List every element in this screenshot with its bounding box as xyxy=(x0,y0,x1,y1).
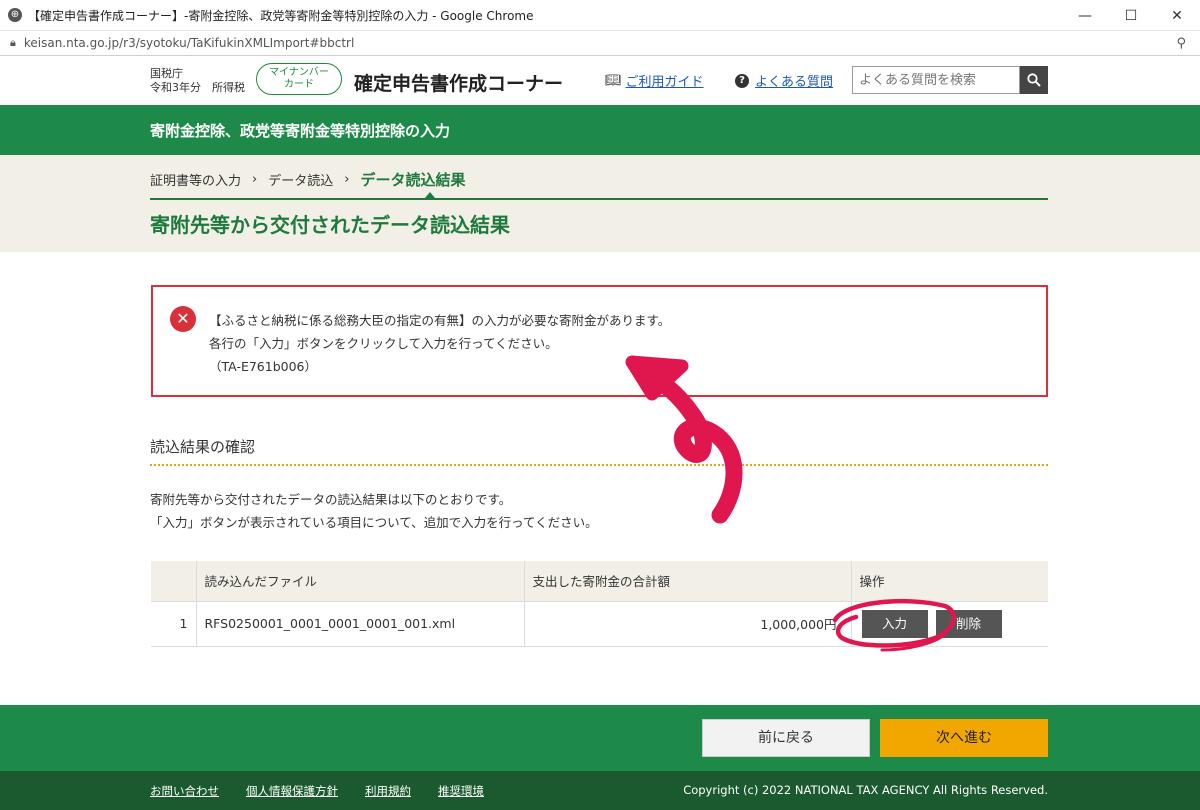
column-header-no xyxy=(151,561,197,602)
back-button[interactable]: 前に戻る xyxy=(702,719,870,757)
section-title: 読込結果の確認 xyxy=(150,438,256,456)
error-line-1: 【ふるさと納税に係る総務大臣の指定の有無】の入力が必要な寄附金があります。 xyxy=(209,313,671,328)
input-button[interactable]: 入力 xyxy=(861,609,928,638)
error-text: 【ふるさと納税に係る総務大臣の指定の有無】の入力が必要な寄附金があります。 各行… xyxy=(209,309,670,378)
error-code: （TA-E761b006） xyxy=(209,359,318,374)
faq-search-input[interactable] xyxy=(852,66,1020,94)
location-icon[interactable]: ⚲ xyxy=(1176,36,1186,51)
page-title: 寄附先等から交付されたデータ読込結果 xyxy=(150,213,510,237)
band-title: 寄附金控除、政党等寄附金等特別控除の入力 xyxy=(150,122,451,140)
guide-link-label[interactable]: ご利用ガイド xyxy=(626,71,704,90)
row-operations: 入力 削除 xyxy=(851,601,1048,647)
agency-label: 国税庁 令和3年分 所得税 xyxy=(150,67,245,95)
browser-title-bar: ⊕ 【確定申告書作成コーナー】-寄附金控除、政党等寄附金等特別控除の入力 - G… xyxy=(0,0,1200,31)
row-amount: 1,000,000円 xyxy=(524,601,852,647)
breadcrumb-item-data-import: データ読込 xyxy=(268,174,334,189)
agency-name: 国税庁 xyxy=(150,67,183,80)
address-bar[interactable]: 🔒︎ keisan.nta.go.jp/r3/syotoku/TaKifukin… xyxy=(0,31,1200,56)
description-line-1: 寄附先等から交付されたデータの読込結果は以下のとおりです。 xyxy=(150,492,512,507)
row-file-name: RFS0250001_0001_0001_0001_001.xml xyxy=(196,601,525,647)
error-line-2: 各行の「入力」ボタンをクリックして入力を行ってください。 xyxy=(209,336,558,351)
page-heading-area: 証明書等の入力 › データ読込 › データ読込結果 寄附先等から交付されたデータ… xyxy=(0,155,1200,252)
chevron-right-icon: › xyxy=(252,172,258,187)
maximize-icon[interactable]: ☐ xyxy=(1108,0,1154,31)
table-header-row: 読み込んだファイル 支出した寄附金の合計額 操作 xyxy=(151,561,1048,602)
section-band: 寄附金控除、政党等寄附金等特別控除の入力 xyxy=(0,105,1200,155)
footer-link-terms[interactable]: 利用規約 xyxy=(365,783,411,799)
row-number: 1 xyxy=(151,601,197,647)
breadcrumb-divider xyxy=(150,198,1048,200)
table-row: 1 RFS0250001_0001_0001_0001_001.xml 1,00… xyxy=(151,601,1048,647)
question-icon: ? xyxy=(735,73,749,88)
faq-link[interactable]: ? よくある質問 xyxy=(735,71,833,90)
delete-button[interactable]: 削除 xyxy=(935,609,1002,638)
faq-link-label[interactable]: よくある質問 xyxy=(755,71,833,90)
section-divider xyxy=(150,464,1048,466)
site-title[interactable]: 確定申告書作成コーナー xyxy=(354,69,563,96)
column-header-file: 読み込んだファイル xyxy=(196,561,525,602)
guide-link[interactable]: 📖︎ ご利用ガイド xyxy=(605,71,704,90)
window-controls: — ☐ ✕ xyxy=(1062,0,1200,31)
breadcrumb-item-current: データ読込結果 xyxy=(360,171,466,189)
globe-icon: ⊕ xyxy=(8,8,22,22)
search-icon xyxy=(1027,73,1041,87)
navigation-band: 前に戻る 次へ進む xyxy=(0,705,1200,771)
footer-link-environment[interactable]: 推奨環境 xyxy=(438,783,484,799)
footer-link-privacy[interactable]: 個人情報保護方針 xyxy=(246,783,338,799)
window-title: 【確定申告書作成コーナー】-寄附金控除、政党等寄附金等特別控除の入力 - Goo… xyxy=(28,8,534,23)
copyright: Copyright (c) 2022 NATIONAL TAX AGENCY A… xyxy=(683,783,1048,797)
mynumber-label-2: カード xyxy=(284,79,314,90)
column-header-amount: 支出した寄附金の合計額 xyxy=(524,561,852,602)
footer: お問い合わせ 個人情報保護方針 利用規約 推奨環境 Copyright (c) … xyxy=(0,771,1200,810)
error-icon: ✕ xyxy=(170,306,196,332)
breadcrumb-item-certificate: 証明書等の入力 xyxy=(150,174,242,189)
section-description: 寄附先等から交付されたデータの読込結果は以下のとおりです。 「入力」ボタンが表示… xyxy=(150,488,598,534)
search-button[interactable] xyxy=(1020,66,1048,94)
minimize-icon[interactable]: — xyxy=(1062,0,1108,31)
footer-link-contact[interactable]: お問い合わせ xyxy=(150,783,219,799)
breadcrumb: 証明書等の入力 › データ読込 › データ読込結果 xyxy=(150,169,465,190)
mynumber-label-1: マイナンバー xyxy=(269,67,329,78)
error-message-box: ✕ 【ふるさと納税に係る総務大臣の指定の有無】の入力が必要な寄附金があります。 … xyxy=(151,285,1048,397)
footer-links: お問い合わせ 個人情報保護方針 利用規約 推奨環境 xyxy=(150,783,511,799)
year-label: 令和3年分 所得税 xyxy=(150,81,245,94)
book-icon: 📖︎ xyxy=(605,73,622,88)
column-header-operation: 操作 xyxy=(851,561,1048,602)
url-text[interactable]: keisan.nta.go.jp/r3/syotoku/TaKifukinXML… xyxy=(24,36,354,50)
mynumber-card-button[interactable]: マイナンバー カード xyxy=(256,63,342,95)
next-button[interactable]: 次へ進む xyxy=(880,719,1048,757)
chevron-right-icon: › xyxy=(344,172,350,187)
result-table: 読み込んだファイル 支出した寄附金の合計額 操作 1 RFS0250001_00… xyxy=(151,561,1048,647)
site-header: 国税庁 令和3年分 所得税 マイナンバー カード 確定申告書作成コーナー 📖︎ … xyxy=(0,56,1200,105)
close-icon[interactable]: ✕ xyxy=(1154,0,1200,31)
description-line-2: 「入力」ボタンが表示されている項目について、追加で入力を行ってください。 xyxy=(150,515,598,530)
lock-icon[interactable]: 🔒︎ xyxy=(10,36,16,50)
